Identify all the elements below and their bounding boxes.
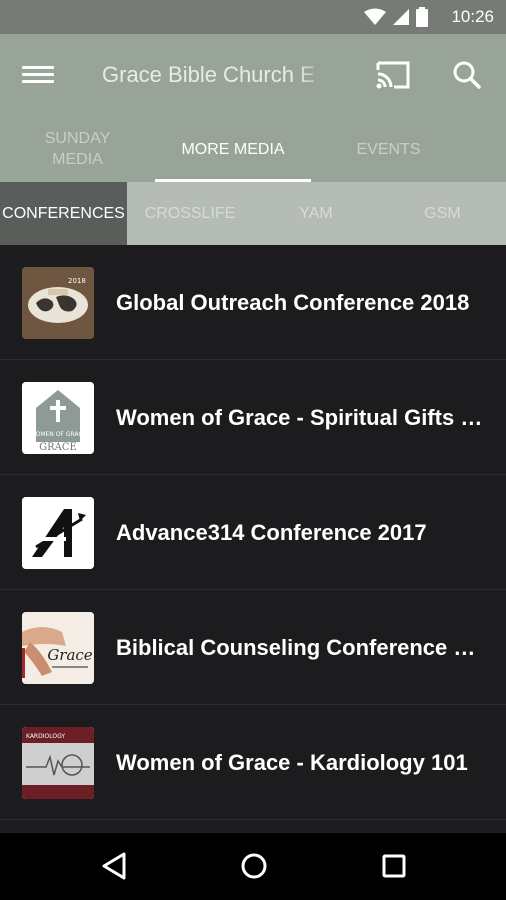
list-item[interactable]: Advance314 Conference 2017 bbox=[0, 475, 506, 590]
subtab-yam[interactable]: YAM bbox=[253, 182, 379, 245]
list-item[interactable]: WOMEN OF GRACE GRACE Women of Grace - Sp… bbox=[0, 360, 506, 475]
thumb-year: 2018 bbox=[68, 277, 86, 285]
app-title: Grace Bible Church E bbox=[102, 62, 315, 87]
conference-title: Global Outreach Conference 2018 bbox=[116, 290, 470, 315]
list-divider bbox=[0, 819, 506, 820]
conference-thumbnail bbox=[22, 497, 94, 569]
conference-thumbnail: KARDIOLOGY bbox=[22, 727, 94, 799]
back-icon[interactable] bbox=[100, 851, 128, 881]
conference-title: Biblical Counseling Conference 2017 bbox=[116, 635, 486, 660]
status-icons bbox=[364, 7, 428, 27]
navigation-bar bbox=[0, 833, 506, 900]
sub-tabs: CONFERENCES CROSSLIFE YAM GSM bbox=[0, 182, 506, 245]
list-item[interactable]: KARDIOLOGY Women of Grace - Kardiology 1… bbox=[0, 705, 506, 820]
tab-more-media[interactable]: MORE MEDIA bbox=[155, 116, 311, 182]
tab-events[interactable]: EVENTS bbox=[311, 116, 466, 182]
menu-icon[interactable] bbox=[22, 62, 54, 88]
conference-title: Advance314 Conference 2017 bbox=[116, 520, 427, 545]
subtab-gsm[interactable]: GSM bbox=[379, 182, 506, 245]
home-icon[interactable] bbox=[239, 851, 269, 881]
svg-text:GRACE: GRACE bbox=[39, 442, 77, 453]
status-time: 10:26 bbox=[451, 7, 494, 26]
thumb-label: WOMEN OF GRACE bbox=[30, 431, 87, 438]
main-tabs: SUNDAY MEDIA MORE MEDIA EVENTS bbox=[0, 116, 506, 182]
battery-icon bbox=[416, 7, 428, 27]
wifi-icon bbox=[364, 8, 386, 25]
conference-thumbnail: Grace bbox=[22, 612, 94, 684]
signal-icon bbox=[393, 9, 409, 25]
search-icon[interactable] bbox=[452, 60, 482, 90]
thumb-label: Grace bbox=[47, 646, 92, 664]
conference-list: 2018 Global Outreach Conference 2018 WOM… bbox=[0, 245, 506, 833]
status-bar: 10:26 bbox=[0, 0, 506, 34]
recents-icon[interactable] bbox=[380, 851, 408, 881]
tab-sunday-media[interactable]: SUNDAY MEDIA bbox=[0, 116, 155, 182]
conference-title: Women of Grace - Kardiology 101 bbox=[116, 750, 468, 775]
conference-thumbnail: WOMEN OF GRACE GRACE bbox=[22, 382, 94, 454]
list-item[interactable]: 2018 Global Outreach Conference 2018 bbox=[0, 245, 506, 360]
conference-title: Women of Grace - Spiritual Gifts Retreat bbox=[116, 405, 486, 430]
app-bar: Grace Bible Church E bbox=[0, 34, 506, 116]
subtab-conferences[interactable]: CONFERENCES bbox=[0, 182, 127, 245]
subtab-crosslife[interactable]: CROSSLIFE bbox=[127, 182, 253, 245]
list-item[interactable]: Grace Biblical Counseling Conference 201… bbox=[0, 590, 506, 705]
thumb-label: KARDIOLOGY bbox=[26, 733, 65, 740]
conference-thumbnail: 2018 bbox=[22, 267, 94, 339]
cast-icon[interactable] bbox=[376, 60, 410, 90]
